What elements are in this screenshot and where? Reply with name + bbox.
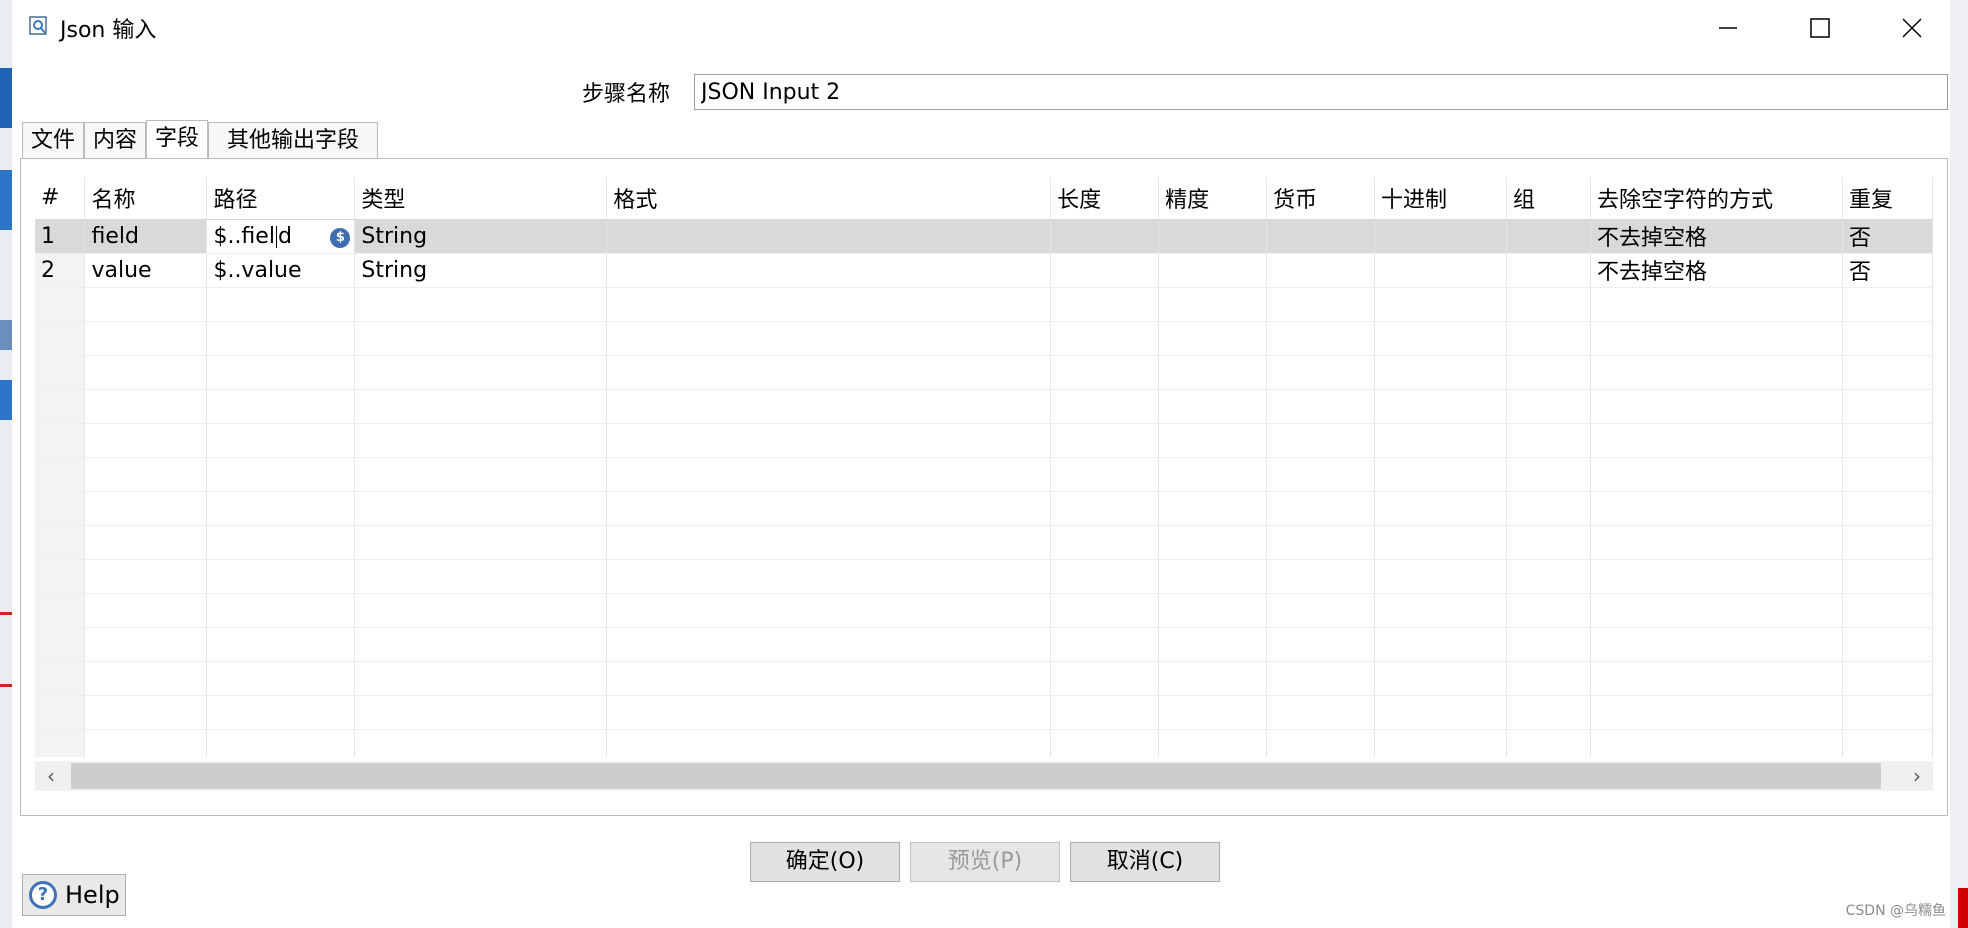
cell-length[interactable]: [1050, 253, 1160, 288]
column-header-trim-type[interactable]: 去除空字符的方式: [1590, 177, 1843, 220]
column-header-decimal[interactable]: 十进制: [1374, 177, 1507, 220]
minimize-icon: [1719, 27, 1737, 29]
column-header-name[interactable]: 名称: [84, 177, 208, 220]
cell-trim-type[interactable]: 不去掉空格: [1590, 219, 1843, 254]
column-header-group[interactable]: 组: [1506, 177, 1591, 220]
tab-content[interactable]: 内容: [84, 122, 146, 158]
cell-repeat[interactable]: 否: [1842, 253, 1933, 288]
empty-row[interactable]: [35, 355, 1933, 390]
background-window-left: [0, 0, 12, 928]
empty-row[interactable]: [35, 525, 1933, 560]
column-header-currency[interactable]: 货币: [1266, 177, 1376, 220]
row-number: 2: [35, 253, 86, 288]
maximize-icon: [1810, 18, 1830, 38]
preview-button[interactable]: 预览(P): [910, 842, 1060, 882]
cell-group[interactable]: [1506, 219, 1591, 254]
empty-row[interactable]: [35, 661, 1933, 696]
cell-name[interactable]: value: [84, 253, 208, 288]
empty-row[interactable]: [35, 423, 1933, 458]
cell-type[interactable]: String: [354, 219, 608, 254]
close-icon: [1902, 18, 1922, 38]
empty-row[interactable]: [35, 457, 1933, 492]
table-row[interactable]: 1 field $..fiel d $ String 不去掉空格 否: [35, 219, 1933, 254]
tab-other-output-fields[interactable]: 其他输出字段: [208, 122, 378, 158]
column-header-format[interactable]: 格式: [606, 177, 1052, 220]
window-title: Json 输入: [60, 18, 157, 43]
cell-format[interactable]: [606, 219, 1052, 254]
path-text-after-caret: d: [277, 223, 292, 249]
column-header-precision[interactable]: 精度: [1158, 177, 1268, 220]
table-row[interactable]: 2 value $..value String 不去掉空格 否: [35, 253, 1933, 288]
path-text-before-caret: $..fiel: [213, 223, 275, 249]
help-label: Help: [65, 881, 120, 909]
help-button[interactable]: ? Help: [22, 874, 126, 916]
cell-currency[interactable]: [1266, 219, 1376, 254]
row-number: 1: [35, 219, 86, 254]
watermark: CSDN @乌糯鱼: [1845, 903, 1946, 919]
column-header-path[interactable]: 路径: [206, 177, 356, 220]
fields-panel: # 名称 路径 类型 格式 长度 精度 货币 十进制 组 去除空字符的方式 重复: [20, 158, 1948, 816]
empty-row[interactable]: [35, 695, 1933, 730]
cell-precision[interactable]: [1158, 253, 1268, 288]
cell-group[interactable]: [1506, 253, 1591, 288]
empty-row[interactable]: [35, 287, 1933, 322]
cell-precision[interactable]: [1158, 219, 1268, 254]
column-header-repeat[interactable]: 重复: [1842, 177, 1933, 220]
minimize-button[interactable]: [1708, 8, 1748, 48]
empty-row[interactable]: [35, 491, 1933, 526]
background-window-right: [1950, 0, 1968, 928]
tab-fields[interactable]: 字段: [146, 120, 208, 160]
cell-trim-type[interactable]: 不去掉空格: [1590, 253, 1843, 288]
cancel-button[interactable]: 取消(C): [1070, 842, 1220, 882]
text-caret: [275, 225, 277, 248]
cell-decimal[interactable]: [1374, 219, 1507, 254]
column-header-length[interactable]: 长度: [1050, 177, 1160, 220]
help-icon: ?: [29, 881, 57, 909]
title-bar: Json 输入: [12, 0, 1950, 54]
scroll-left-icon[interactable]: ‹: [35, 761, 67, 791]
step-name-label: 步骤名称: [582, 82, 671, 107]
cell-length[interactable]: [1050, 219, 1160, 254]
empty-row[interactable]: [35, 627, 1933, 662]
cell-path[interactable]: $..value: [206, 253, 356, 288]
empty-row[interactable]: [35, 559, 1933, 594]
empty-row[interactable]: [35, 389, 1933, 424]
dollar-icon[interactable]: $: [330, 227, 351, 248]
empty-row[interactable]: [35, 593, 1933, 628]
step-name-input[interactable]: [694, 74, 1948, 110]
json-input-icon: [29, 16, 47, 35]
empty-row[interactable]: [35, 729, 1933, 757]
column-header-type[interactable]: 类型: [354, 177, 608, 220]
empty-row[interactable]: [35, 321, 1933, 356]
cell-name[interactable]: field: [84, 219, 208, 254]
fields-table: # 名称 路径 类型 格式 长度 精度 货币 十进制 组 去除空字符的方式 重复: [35, 177, 1933, 757]
cell-type[interactable]: String: [354, 253, 608, 288]
cell-format[interactable]: [606, 253, 1052, 288]
cell-currency[interactable]: [1266, 253, 1376, 288]
close-button[interactable]: [1892, 8, 1932, 48]
cell-repeat[interactable]: 否: [1842, 219, 1933, 254]
tab-file[interactable]: 文件: [22, 122, 84, 158]
scrollbar-thumb[interactable]: [71, 763, 1881, 789]
horizontal-scrollbar[interactable]: ‹ ›: [35, 761, 1933, 791]
cell-decimal[interactable]: [1374, 253, 1507, 288]
maximize-button[interactable]: [1800, 8, 1840, 48]
scroll-right-icon[interactable]: ›: [1901, 761, 1933, 791]
cell-path-editing[interactable]: $..fiel d $: [206, 219, 356, 254]
ok-button[interactable]: 确定(O): [750, 842, 900, 882]
json-input-dialog: Json 输入 步骤名称 文件 内容 字段 其他输出字段: [12, 0, 1950, 928]
column-header-number[interactable]: #: [35, 177, 86, 220]
